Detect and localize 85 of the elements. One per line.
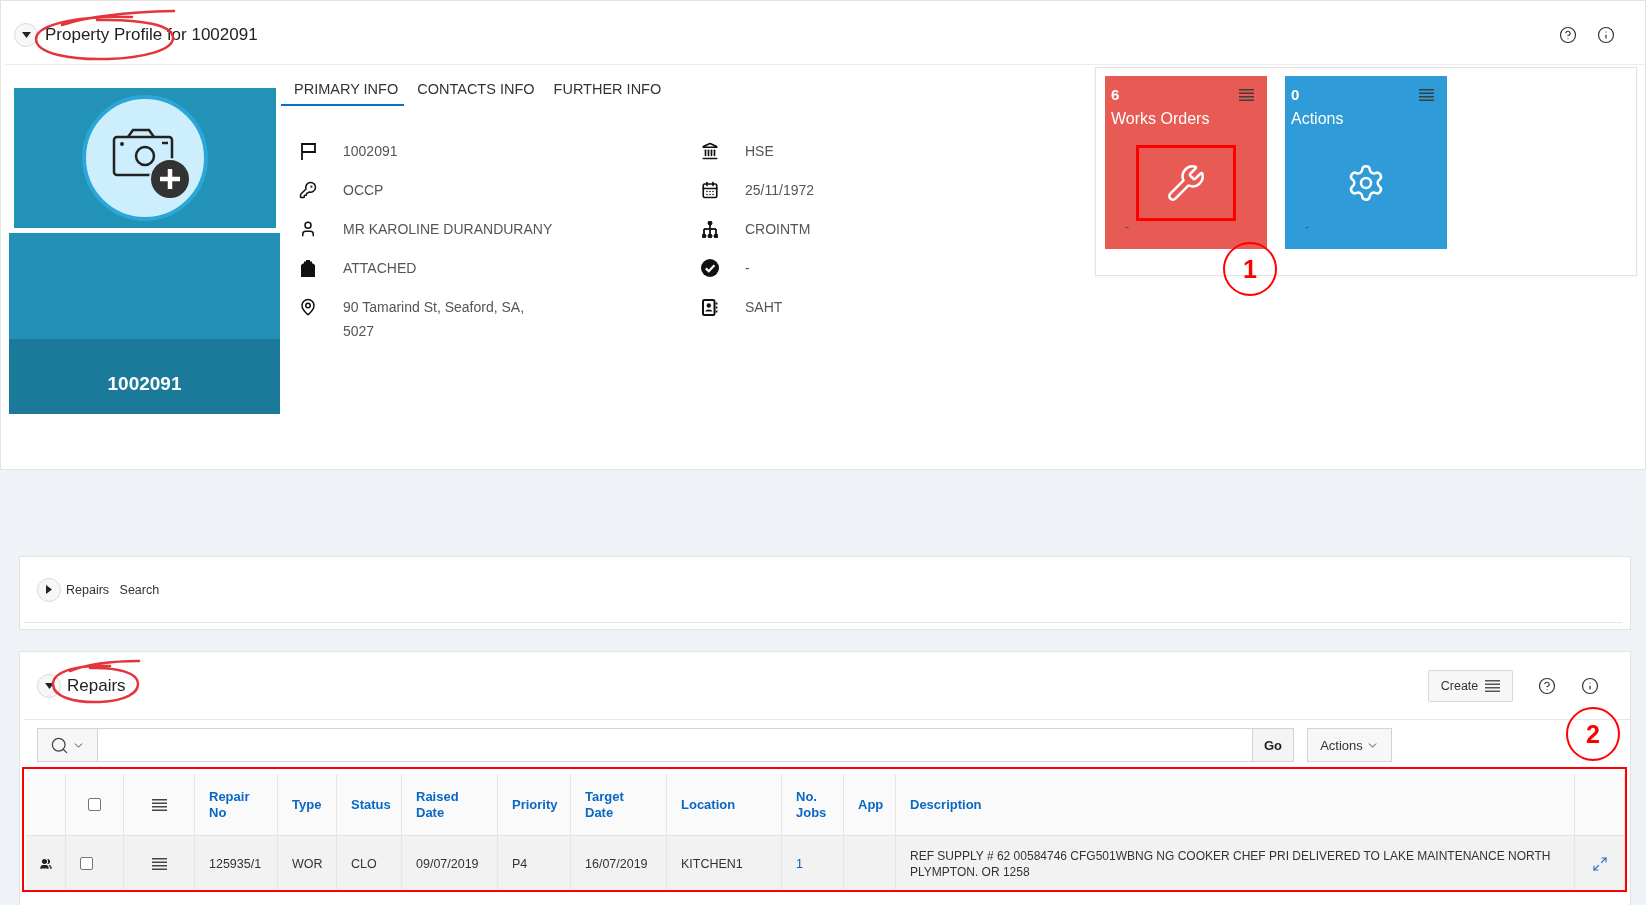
help-icon [1559, 25, 1577, 44]
search-field[interactable] [98, 728, 1252, 762]
check-circle-icon [701, 259, 719, 277]
tile-title: Actions [1291, 109, 1345, 129]
region-title: Repairs [67, 675, 126, 696]
info-button[interactable] [1581, 676, 1599, 695]
table-cell: 125935/1 [195, 836, 278, 891]
detail-value: OCCP [343, 181, 384, 200]
map-pin-icon [299, 298, 317, 316]
calendar-icon [701, 181, 719, 199]
detail-value: SAHT [745, 298, 783, 317]
detail-value: MR KAROLINE DURANDURANY [343, 220, 553, 239]
detail-value: CROINTM [745, 220, 811, 239]
column-header[interactable]: Priority [498, 774, 571, 835]
users-icon [39, 857, 52, 870]
column-header[interactable]: No. Jobs [782, 774, 844, 835]
column-header[interactable]: Type [278, 774, 337, 835]
go-button[interactable]: Go [1252, 728, 1294, 762]
menu-icon[interactable] [151, 857, 167, 870]
table-cell: 09/07/2019 [402, 836, 498, 891]
column-header[interactable]: App [844, 774, 896, 835]
property-id-banner: 1002091 [9, 339, 280, 414]
key-icon [299, 181, 317, 199]
collapse-toggle[interactable] [14, 22, 38, 47]
detail-value: ATTACHED [343, 259, 417, 278]
tab[interactable]: CONTACTS INFO [404, 74, 541, 106]
tab[interactable]: PRIMARY INFO [281, 74, 405, 106]
hierarchy-icon [702, 220, 718, 238]
jobs-link[interactable]: 1 [782, 836, 844, 891]
checkbox[interactable] [88, 798, 101, 811]
table-cell: KITCHEN1 [667, 836, 782, 891]
table-cell: REF SUPPLY # 62 00584746 CFG501WBNG NG COOKER CHEF PRI DELIVERED TO LAKE MAINTENANCE NORTH PLYMPTON. OR 1258 [896, 836, 1575, 891]
column-header[interactable]: Target Date [571, 774, 667, 835]
summary-tile[interactable]: 6 Works Orders - [1105, 76, 1267, 249]
help-button[interactable] [1559, 25, 1577, 44]
checkbox[interactable] [80, 857, 93, 870]
menu-icon [1485, 679, 1501, 692]
user-icon [299, 220, 317, 238]
wrench-icon [1166, 163, 1206, 203]
expand-toggle[interactable] [37, 577, 61, 602]
detail-value: 25/11/1972 [745, 181, 815, 200]
column-header[interactable]: Raised Date [402, 774, 498, 835]
expand-icon [1591, 855, 1608, 872]
callout-number: 1 [1223, 242, 1277, 296]
detail-value: 90 Tamarind St, Seaford, SA, 5027 [343, 298, 526, 341]
create-button[interactable]: Create [1428, 669, 1513, 702]
tile-count: 0 [1291, 87, 1300, 103]
detail-value: 1002091 [343, 142, 398, 161]
tile-menu-button[interactable] [1239, 89, 1254, 101]
contact-card-icon [702, 298, 718, 316]
column-header[interactable]: Repair No [195, 774, 278, 835]
camera-add-icon [82, 95, 208, 221]
summary-tile[interactable]: 0 Actions - [1285, 76, 1447, 249]
tab[interactable]: FURTHER INFO [540, 74, 668, 106]
region-title: Repairs Search [66, 582, 160, 597]
tile-footer-text: - [1125, 221, 1129, 233]
menu-icon[interactable] [151, 798, 167, 811]
column-header[interactable]: Description [896, 774, 1575, 835]
help-button[interactable] [1538, 676, 1556, 695]
table-cell: WOR [278, 836, 337, 891]
menu-icon [1239, 89, 1254, 101]
column-header[interactable]: Location [667, 774, 782, 835]
detail-value: - [745, 259, 750, 278]
detail-value: HSE [745, 142, 774, 161]
flag-icon [300, 142, 316, 160]
table-cell: 16/07/2019 [571, 836, 667, 891]
photo-upload-tile[interactable] [14, 88, 276, 228]
info-button[interactable] [1597, 25, 1615, 44]
landmark-icon [701, 142, 719, 160]
menu-icon [1419, 89, 1434, 101]
building-icon [301, 259, 315, 277]
column-header[interactable]: Status [337, 774, 402, 835]
info-icon [1597, 25, 1615, 44]
table-cell: P4 [498, 836, 571, 891]
callout-number: 2 [1566, 707, 1620, 761]
info-icon [1581, 676, 1599, 695]
actions-button[interactable]: Actions [1307, 728, 1392, 762]
tile-footer-text: - [1305, 221, 1309, 233]
search-icon [50, 735, 69, 755]
tile-title: Works Orders [1111, 109, 1211, 129]
table-cell: CLO [337, 836, 402, 891]
help-icon [1538, 676, 1556, 695]
tile-count: 6 [1111, 87, 1120, 103]
search-menu-button[interactable] [37, 728, 98, 762]
tile-menu-button[interactable] [1419, 89, 1434, 101]
